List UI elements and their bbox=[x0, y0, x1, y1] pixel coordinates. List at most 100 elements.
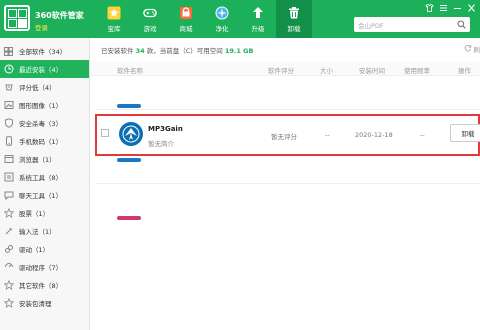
title-bar: 360软件管家 登录 宝库 游戏 商城 净化 升级 卸载 会山PDF bbox=[0, 0, 480, 38]
app-icon bbox=[117, 158, 141, 162]
nav-upgrade[interactable]: 升级 bbox=[240, 0, 276, 38]
sidebar-item-label: 安全杀毒（3） bbox=[19, 120, 63, 128]
sidebar-item-label: 其它软件（8） bbox=[19, 282, 63, 290]
star-outline-icon bbox=[3, 208, 14, 219]
refresh-icon bbox=[464, 44, 472, 54]
nav-games[interactable]: 游戏 bbox=[132, 0, 168, 38]
sidebar-item-label: 驱动（1） bbox=[19, 246, 50, 254]
sidebar-item-label: 评分低（4） bbox=[19, 84, 56, 92]
tools-icon bbox=[3, 172, 14, 183]
app-rating: 暂无评分 bbox=[271, 133, 297, 141]
app-icon bbox=[117, 104, 141, 108]
phone-icon bbox=[3, 136, 14, 147]
sidebar-item-system-tools[interactable]: 系统工具（8） bbox=[0, 168, 89, 186]
install-summary: 已安装软件 34 款，当前盘（C）可用空间 19.1 GB bbox=[101, 45, 253, 55]
minimize-icon[interactable] bbox=[453, 3, 462, 12]
app-name: MP3Gain bbox=[148, 125, 183, 133]
sidebar-item-label: 聊天工具（1） bbox=[19, 192, 63, 200]
app-icon bbox=[117, 216, 141, 220]
sidebar-item-package-cleanup[interactable]: 安装包清理 bbox=[0, 294, 89, 312]
table-row[interactable] bbox=[95, 184, 480, 220]
chat-icon bbox=[3, 190, 14, 201]
sidebar-item-label: 输入法（1） bbox=[19, 228, 56, 236]
main-nav: 宝库 游戏 商城 净化 升级 卸载 bbox=[96, 0, 312, 38]
search-box[interactable]: 会山PDF bbox=[354, 17, 470, 32]
nav-label: 宝库 bbox=[107, 24, 121, 33]
nav-uninstall[interactable]: 卸载 bbox=[276, 0, 312, 38]
table-row[interactable] bbox=[95, 76, 480, 110]
col-action: 操作 bbox=[458, 67, 471, 75]
sidebar-item-mobile[interactable]: 手机数码（1） bbox=[0, 132, 89, 150]
mp3gain-icon bbox=[119, 122, 143, 146]
link-icon bbox=[3, 244, 14, 255]
browser-icon bbox=[3, 154, 14, 165]
table-row-highlighted[interactable]: MP3Gain 暂无简介 暂无评分 -- 2020-12-18 -- 卸载 bbox=[95, 114, 480, 156]
sidebar-item-graphics[interactable]: 图形图像（1） bbox=[0, 96, 89, 114]
nav-clean[interactable]: 净化 bbox=[204, 0, 240, 38]
sidebar-item-chat[interactable]: 聊天工具（1） bbox=[0, 186, 89, 204]
sidebar-item-label: 股票（1） bbox=[19, 210, 50, 218]
gamepad-icon bbox=[143, 6, 157, 20]
col-install-date[interactable]: 安装时间 bbox=[359, 65, 385, 75]
star-outline-icon bbox=[3, 280, 14, 291]
nav-label: 卸载 bbox=[287, 24, 301, 33]
upgrade-arrow-icon bbox=[251, 6, 265, 20]
summary-prefix: 已安装软件 bbox=[101, 47, 134, 55]
col-rating[interactable]: 软件评分 bbox=[268, 65, 294, 75]
sidebar-item-label: 安装包清理 bbox=[19, 300, 52, 308]
uninstall-button[interactable]: 卸载 bbox=[450, 124, 480, 142]
summary-middle: 款，当前盘（C）可用空间 bbox=[146, 47, 223, 55]
app-description: 暂无简介 bbox=[148, 140, 174, 148]
col-usage-frequency[interactable]: 使用频率 bbox=[404, 65, 430, 75]
table-row[interactable] bbox=[95, 158, 480, 184]
close-icon[interactable] bbox=[467, 3, 476, 12]
nav-shop[interactable]: 商城 bbox=[168, 0, 204, 38]
image-icon bbox=[3, 100, 14, 111]
app-size: -- bbox=[325, 131, 330, 139]
sidebar-item-all[interactable]: 全部软件（34） bbox=[0, 42, 89, 60]
free-space: 19.1 GB bbox=[224, 47, 254, 55]
sidebar-item-label: 系统工具（8） bbox=[19, 174, 63, 182]
shield-icon bbox=[3, 118, 14, 129]
nav-label: 商城 bbox=[179, 24, 193, 33]
sidebar-item-label: 图形图像（1） bbox=[19, 102, 63, 110]
clean-compass-icon bbox=[215, 6, 229, 20]
col-size[interactable]: 大小 bbox=[320, 65, 333, 75]
sidebar-item-recent[interactable]: 最近安装（4） bbox=[0, 60, 89, 78]
sidebar-item-other[interactable]: 其它软件（8） bbox=[0, 276, 89, 294]
col-name[interactable]: 软件名称 bbox=[117, 65, 143, 75]
sidebar-item-security[interactable]: 安全杀毒（3） bbox=[0, 114, 89, 132]
sidebar-item-browser[interactable]: 浏览器（1） bbox=[0, 150, 89, 168]
shop-bag-icon bbox=[179, 6, 193, 20]
refresh-label: 刷 bbox=[473, 46, 480, 54]
star-icon bbox=[107, 6, 121, 20]
sidebar-item-stocks[interactable]: 股票（1） bbox=[0, 204, 89, 222]
nav-label: 升级 bbox=[251, 24, 265, 33]
row-checkbox[interactable] bbox=[101, 129, 109, 137]
sidebar-item-label: 驱动程序（7） bbox=[19, 264, 63, 272]
nav-label: 净化 bbox=[215, 24, 229, 33]
usage-frequency: -- bbox=[420, 131, 425, 139]
sidebar-item-label: 浏览器（1） bbox=[19, 156, 56, 164]
shirt-skin-icon[interactable] bbox=[425, 3, 434, 12]
keyboard-icon bbox=[3, 226, 14, 237]
login-link[interactable]: 登录 bbox=[35, 22, 48, 32]
sidebar-item-driver-programs[interactable]: 驱动程序（7） bbox=[0, 258, 89, 276]
install-date: 2020-12-18 bbox=[355, 131, 393, 139]
clock-icon bbox=[3, 64, 14, 75]
search-input[interactable]: 会山PDF bbox=[358, 20, 384, 30]
star-outline-icon bbox=[3, 298, 14, 309]
nav-label: 游戏 bbox=[143, 24, 157, 33]
grid-icon bbox=[3, 46, 14, 57]
menu-icon[interactable] bbox=[439, 3, 448, 12]
installed-count: 34 bbox=[135, 47, 145, 55]
sidebar-item-input-method[interactable]: 输入法（1） bbox=[0, 222, 89, 240]
refresh-button[interactable]: 刷 bbox=[464, 44, 480, 54]
category-sidebar: 全部软件（34） 最近安装（4） 评分低（4） 图形图像（1） 安全杀毒（3） … bbox=[0, 38, 90, 330]
nav-baoku[interactable]: 宝库 bbox=[96, 0, 132, 38]
search-icon[interactable] bbox=[457, 20, 466, 31]
sidebar-item-low-rating[interactable]: 评分低（4） bbox=[0, 78, 89, 96]
sidebar-item-drivers[interactable]: 驱动（1） bbox=[0, 240, 89, 258]
low-rating-icon bbox=[3, 82, 14, 93]
app-title: 360软件管家 bbox=[35, 11, 84, 20]
